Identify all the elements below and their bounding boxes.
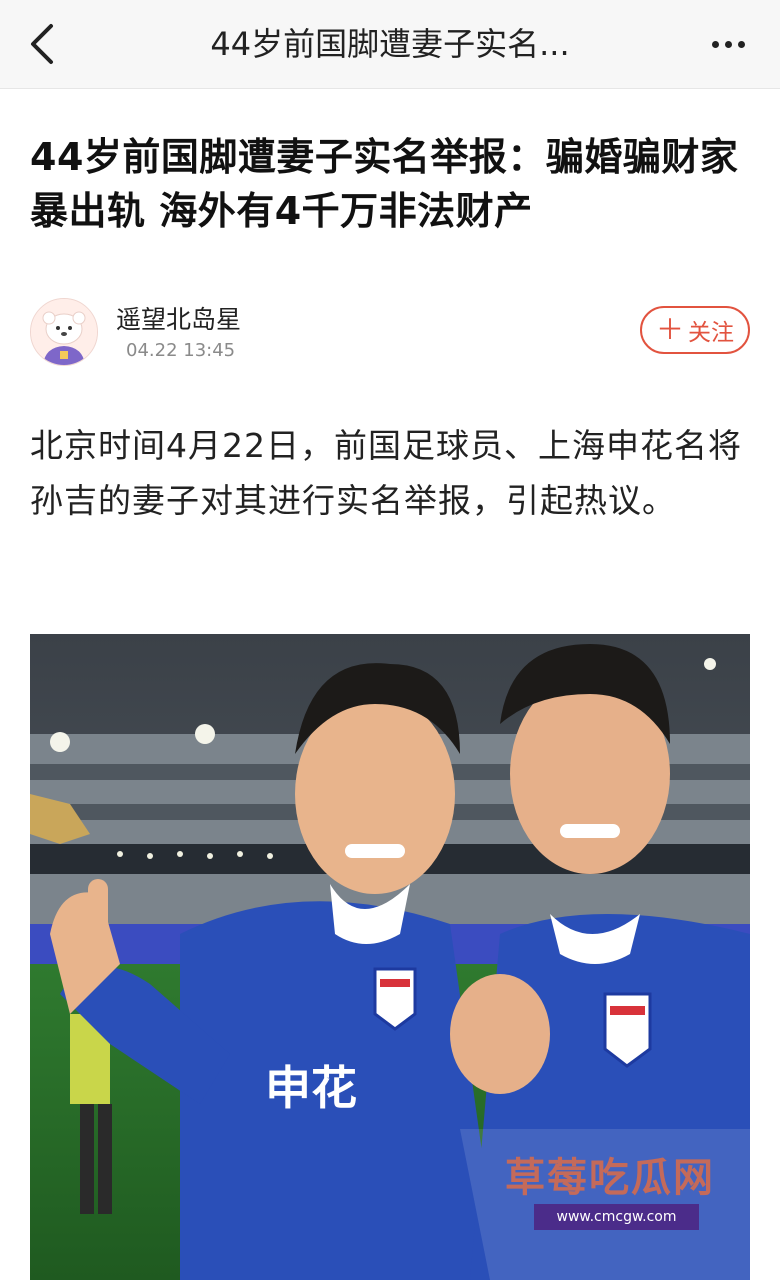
more-button[interactable] [700, 22, 756, 66]
more-dots-icon [711, 40, 719, 48]
jersey-text: 申花 [265, 1061, 357, 1115]
follow-button[interactable]: ＋ 关注 [640, 306, 750, 354]
follow-label: 关注 [688, 320, 734, 346]
author-name[interactable]: 遥望北岛星 [116, 300, 241, 336]
plus-icon: ＋ [655, 313, 684, 346]
article-paragraph: 北京时间4月22日，前国足球员、上海申花名将孙吉的妻子对其进行实名举报，引起热议… [30, 426, 742, 520]
more-dots-icon [737, 40, 745, 48]
back-button[interactable] [18, 18, 66, 70]
author-avatar[interactable] [30, 298, 98, 366]
bear-avatar-icon [31, 299, 97, 365]
article-headline: 44岁前国脚遭妻子实名举报：骗婚骗财家暴出轨 海外有4千万非法财产 [30, 135, 739, 233]
author-row: 遥望北岛星 04.22 13:45 ＋ 关注 [30, 298, 750, 368]
top-nav-bar: 44岁前国脚遭妻子实名... [0, 0, 780, 89]
chevron-left-icon [31, 24, 53, 64]
more-dots-icon [724, 40, 732, 48]
watermark-text: 草莓吃瓜网 [505, 1155, 715, 1201]
watermark-url: www.cmcgw.com [534, 1204, 699, 1230]
nav-title: 44岁前国脚遭妻子实名... [210, 25, 570, 63]
publish-time: 04.22 13:45 [126, 340, 236, 361]
